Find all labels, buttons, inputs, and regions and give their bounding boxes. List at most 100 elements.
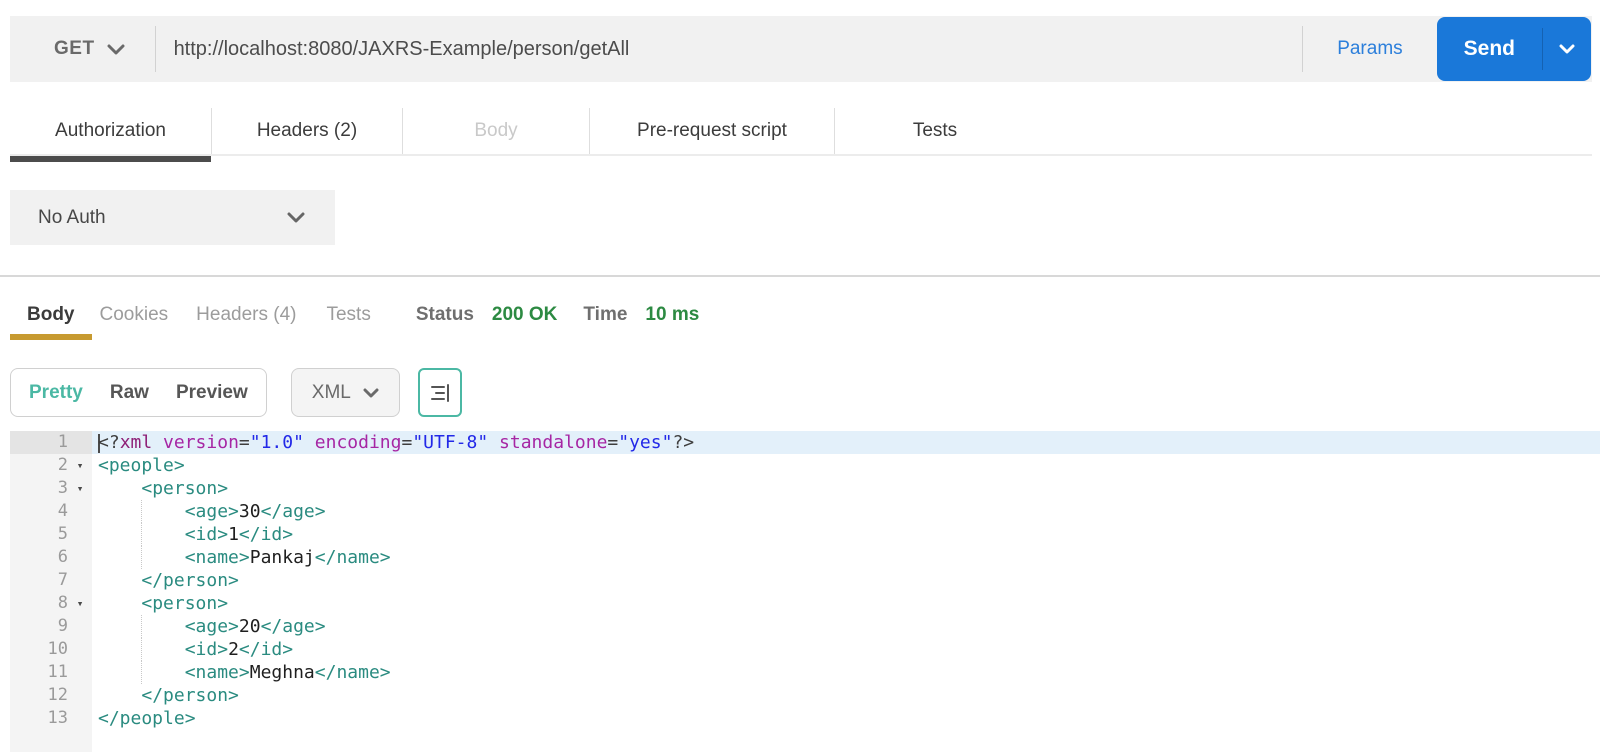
- code-line: 4 <age>30</age>: [10, 500, 1600, 523]
- gutter-cell: 8 ▾: [10, 592, 92, 615]
- code-line-content: <age>30</age>: [92, 500, 1600, 523]
- code-line-content: <person>: [141, 478, 229, 499]
- params-button[interactable]: Params: [1303, 38, 1436, 60]
- response-tab-headers[interactable]: Headers (4): [196, 304, 296, 326]
- response-tab-body[interactable]: Body: [10, 304, 92, 340]
- line-number: 10: [47, 639, 68, 659]
- chevron-down-icon: [287, 212, 305, 223]
- view-mode-pretty[interactable]: Pretty: [29, 382, 83, 404]
- status-value: 200 OK: [491, 304, 558, 325]
- line-number: 2: [57, 455, 68, 475]
- response-view-toolbar: Pretty Raw Preview XML: [10, 368, 462, 417]
- line-number: 3: [57, 478, 68, 498]
- method-label: GET: [54, 38, 95, 59]
- url-input[interactable]: [155, 16, 1303, 82]
- code-line-content: <people>: [98, 455, 185, 476]
- view-mode-raw[interactable]: Raw: [110, 382, 149, 404]
- fold-toggle-icon[interactable]: ▾: [68, 454, 92, 477]
- auth-type-dropdown[interactable]: No Auth: [10, 190, 335, 245]
- gutter-cell: 3 ▾: [10, 477, 92, 500]
- language-label: XML: [311, 381, 351, 403]
- beautify-button[interactable]: [417, 368, 462, 417]
- fold-toggle-icon[interactable]: ▾: [68, 477, 92, 500]
- request-tabs: Authorization Headers (2) Body Pre-reque…: [10, 108, 1592, 162]
- view-mode-preview[interactable]: Preview: [176, 382, 248, 404]
- code-line: 3 ▾ <person>: [10, 477, 1600, 500]
- gutter-cell: 6: [10, 546, 92, 569]
- response-meta: Status 200 OK Time 10 ms: [416, 304, 699, 326]
- time-label: Time: [583, 304, 628, 325]
- line-number: 6: [57, 547, 68, 567]
- tab-headers[interactable]: Headers (2): [212, 108, 403, 154]
- beautify-icon: [430, 383, 449, 402]
- code-lines: 1 <?xml version="1.0" encoding="UTF-8" st…: [10, 431, 1600, 730]
- gutter-cell: 13: [10, 707, 92, 730]
- section-divider: [0, 275, 1600, 277]
- method-dropdown[interactable]: GET: [10, 38, 155, 60]
- gutter-cell: 10: [10, 638, 92, 661]
- tab-body[interactable]: Body: [403, 108, 590, 154]
- send-button[interactable]: Send: [1437, 37, 1542, 61]
- chevron-down-icon: [107, 44, 125, 55]
- gutter-cell: 12: [10, 684, 92, 707]
- line-number: 7: [57, 570, 68, 590]
- gutter-cell: 4: [10, 500, 92, 523]
- code-line: 13 </people>: [10, 707, 1600, 730]
- code-line-content: <age>20</age>: [92, 615, 1600, 638]
- line-number: 8: [57, 593, 68, 613]
- tab-tests[interactable]: Tests: [835, 108, 1035, 154]
- gutter-cell: 11: [10, 661, 92, 684]
- line-number: 4: [57, 501, 68, 521]
- line-number: 13: [47, 708, 68, 728]
- code-line-content: </people>: [98, 708, 196, 729]
- code-line-content: </person>: [141, 685, 239, 706]
- gutter-cell: 9: [10, 615, 92, 638]
- response-tab-tests[interactable]: Tests: [326, 304, 370, 326]
- request-url-bar: GET Params Send: [10, 16, 1592, 82]
- response-tabs: Body Cookies Headers (4) Tests Status 20…: [10, 300, 699, 340]
- language-dropdown[interactable]: XML: [290, 368, 400, 417]
- line-number: 5: [57, 524, 68, 544]
- auth-type-label: No Auth: [38, 206, 106, 228]
- line-number: 11: [47, 662, 68, 682]
- line-number: 12: [47, 685, 68, 705]
- code-line: 12 </person>: [10, 684, 1600, 707]
- gutter-cell: 5: [10, 523, 92, 546]
- code-line: 6 <name>Pankaj</name>: [10, 546, 1600, 569]
- gutter-cell: 7: [10, 569, 92, 592]
- view-mode-group: Pretty Raw Preview: [10, 368, 267, 417]
- line-number: 1: [57, 432, 68, 452]
- code-line: 1 <?xml version="1.0" encoding="UTF-8" st…: [10, 431, 1600, 454]
- code-line-content: <name>Meghna</name>: [92, 661, 1600, 684]
- code-line: 8 ▾ <person>: [10, 592, 1600, 615]
- code-line: 5 <id>1</id>: [10, 523, 1600, 546]
- send-options-button[interactable]: [1543, 44, 1591, 54]
- status-label: Status: [415, 304, 474, 325]
- chevron-down-icon: [363, 388, 379, 398]
- code-editor[interactable]: 1 <?xml version="1.0" encoding="UTF-8" st…: [10, 431, 1600, 752]
- code-line-content: <id>2</id>: [92, 638, 1600, 661]
- response-tab-cookies[interactable]: Cookies: [100, 304, 169, 326]
- tab-authorization[interactable]: Authorization: [10, 108, 212, 162]
- chevron-down-icon: [1559, 44, 1575, 54]
- fold-toggle-icon[interactable]: ▾: [68, 592, 92, 615]
- gutter-cell: 2 ▾: [10, 454, 92, 477]
- code-line-content: <?xml version="1.0" encoding="UTF-8" sta…: [92, 431, 1600, 454]
- code-line-content: </person>: [141, 570, 239, 591]
- code-line: 10 <id>2</id>: [10, 638, 1600, 661]
- tab-pre-request-script[interactable]: Pre-request script: [590, 108, 835, 154]
- code-line-content: <person>: [141, 593, 229, 614]
- time-value: 10 ms: [645, 304, 700, 325]
- code-line: 11 <name>Meghna</name>: [10, 661, 1600, 684]
- code-line: 2 ▾ <people>: [10, 454, 1600, 477]
